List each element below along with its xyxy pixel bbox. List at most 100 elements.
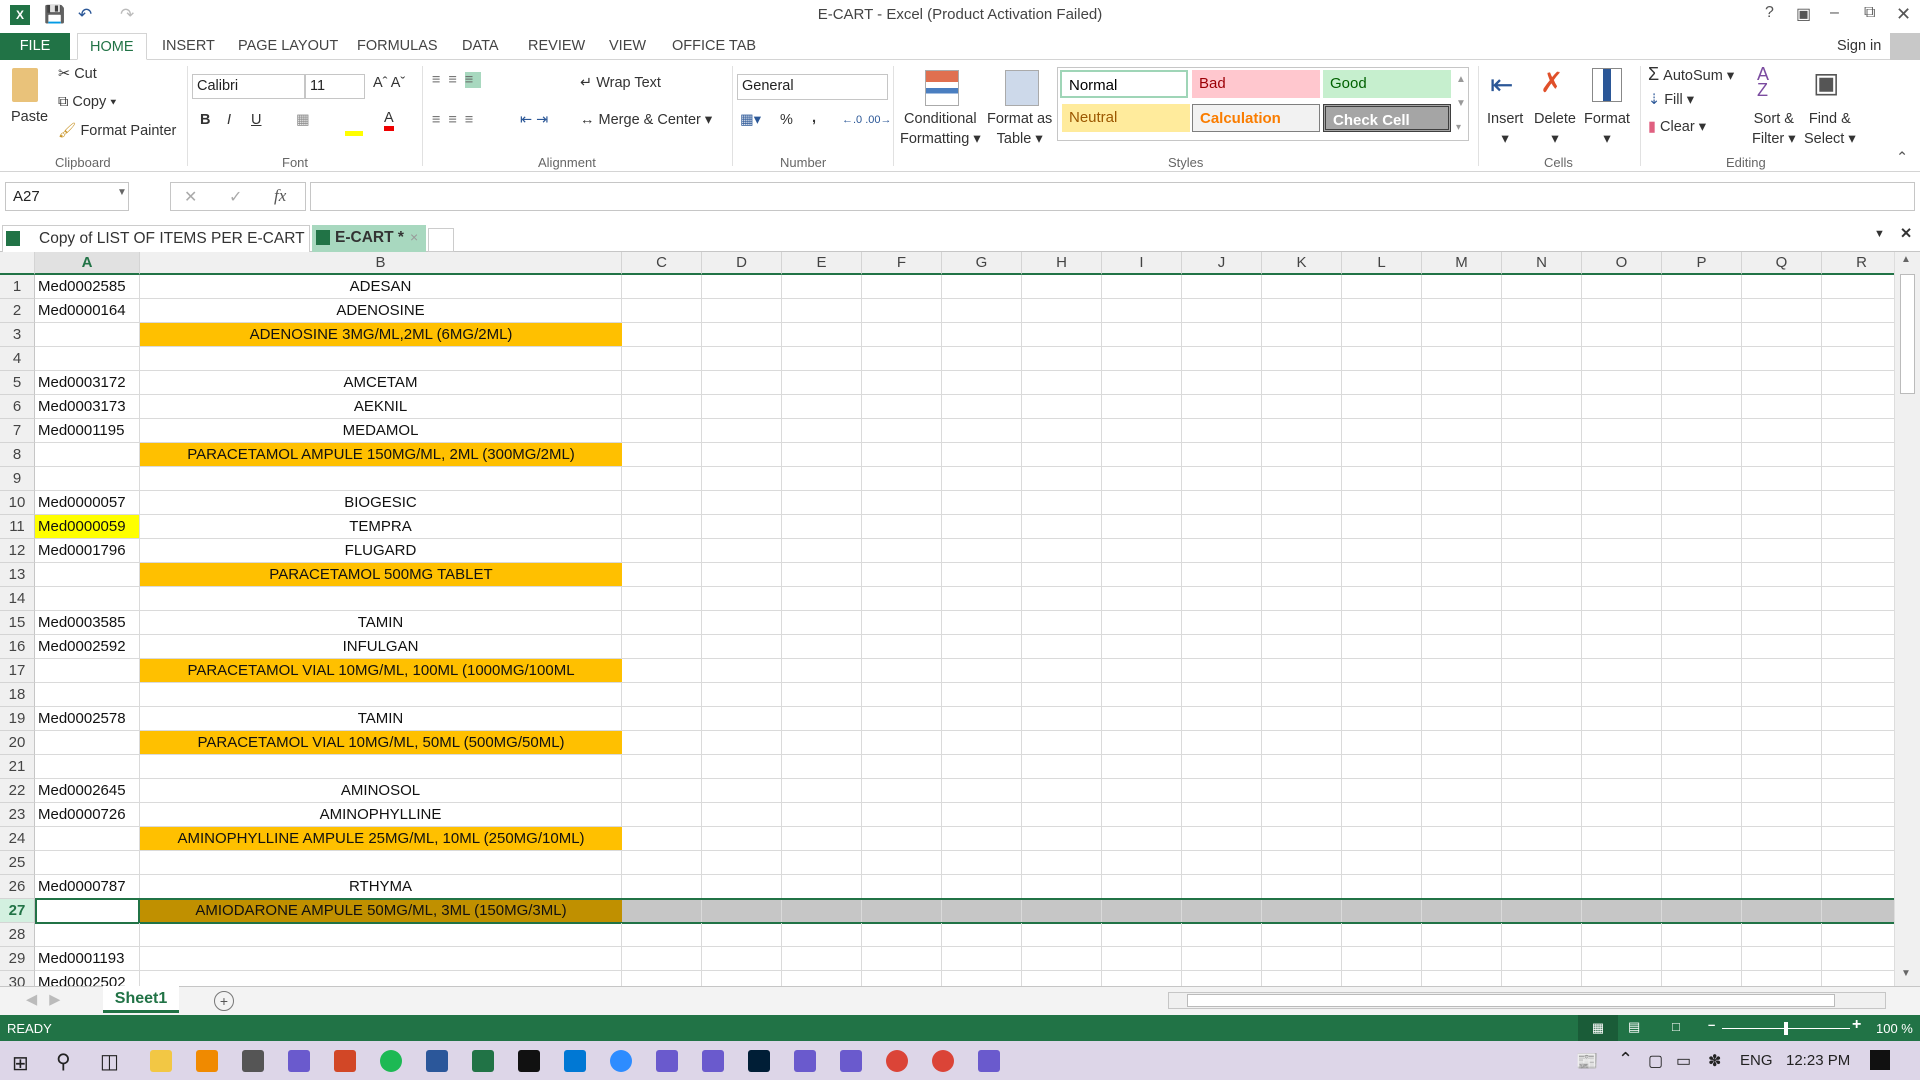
cell[interactable] — [1742, 563, 1822, 587]
cell[interactable] — [1742, 659, 1822, 683]
cell[interactable] — [1022, 587, 1102, 611]
cell-id[interactable] — [35, 347, 140, 371]
cell[interactable] — [942, 635, 1022, 659]
cell[interactable] — [942, 947, 1022, 971]
cell-id[interactable]: Med0002585 — [35, 275, 140, 299]
cell[interactable] — [782, 755, 862, 779]
cell[interactable] — [1502, 299, 1582, 323]
cell[interactable] — [1822, 587, 1894, 611]
cell[interactable] — [1582, 371, 1662, 395]
horizontal-scrollbar[interactable] — [1168, 992, 1886, 1009]
cell[interactable] — [1502, 947, 1582, 971]
cell[interactable] — [1262, 707, 1342, 731]
cell[interactable] — [862, 731, 942, 755]
fill-color-icon[interactable] — [345, 131, 363, 136]
cell[interactable] — [1422, 707, 1502, 731]
delete-button[interactable]: Delete ▾ — [1534, 109, 1576, 149]
sign-in-link[interactable]: Sign in — [1837, 38, 1881, 54]
cell[interactable] — [702, 587, 782, 611]
cell[interactable] — [1502, 395, 1582, 419]
cell[interactable] — [1022, 371, 1102, 395]
cell[interactable] — [1182, 779, 1262, 803]
cell[interactable] — [1662, 371, 1742, 395]
cell-name[interactable]: TEMPRA — [140, 515, 622, 539]
row-header[interactable]: 8 — [0, 443, 35, 467]
cell[interactable] — [942, 587, 1022, 611]
cell[interactable] — [622, 395, 702, 419]
row-header[interactable]: 19 — [0, 707, 35, 731]
cell-name[interactable]: MEDAMOL — [140, 419, 622, 443]
tab-list-dropdown[interactable]: ▼ — [1874, 228, 1885, 240]
workbook-tab-copy[interactable]: Copy of LIST OF ITEMS PER E-CART — [2, 225, 310, 252]
cell[interactable] — [782, 587, 862, 611]
cell[interactable] — [862, 515, 942, 539]
cell-name[interactable]: ADENOSINE 3MG/ML,2ML (6MG/2ML) — [140, 323, 622, 347]
cell[interactable] — [1102, 587, 1182, 611]
cell[interactable] — [1342, 515, 1422, 539]
cell[interactable] — [1742, 731, 1822, 755]
cell[interactable] — [1022, 923, 1102, 947]
column-header-N[interactable]: N — [1502, 252, 1582, 275]
cell[interactable] — [1182, 971, 1262, 986]
zoom-out-button[interactable]: – — [1708, 1017, 1715, 1032]
tab-data[interactable]: DATA — [450, 33, 511, 60]
cell[interactable] — [782, 683, 862, 707]
cell[interactable] — [782, 971, 862, 986]
cell[interactable] — [702, 467, 782, 491]
cell[interactable] — [1502, 467, 1582, 491]
cell[interactable] — [1182, 635, 1262, 659]
cell[interactable] — [942, 323, 1022, 347]
style-good[interactable]: Good — [1323, 70, 1451, 98]
cell[interactable] — [1182, 851, 1262, 875]
language-indicator[interactable]: ENG — [1740, 1052, 1773, 1069]
ribbon-display-button[interactable]: ▣ — [1796, 4, 1811, 24]
cell[interactable] — [862, 587, 942, 611]
cell-name[interactable]: PARACETAMOL 500MG TABLET — [140, 563, 622, 587]
wifi-icon[interactable]: ✽ — [1708, 1051, 1721, 1071]
cell[interactable] — [1342, 659, 1422, 683]
cell-name[interactable]: AEKNIL — [140, 395, 622, 419]
cell[interactable] — [782, 443, 862, 467]
cell-id[interactable] — [35, 587, 140, 611]
row-header[interactable]: 6 — [0, 395, 35, 419]
cell[interactable] — [942, 875, 1022, 899]
cell[interactable] — [1502, 563, 1582, 587]
cell[interactable] — [1022, 899, 1102, 923]
cell[interactable] — [1022, 515, 1102, 539]
cell-name[interactable] — [140, 683, 622, 707]
cell[interactable] — [1102, 755, 1182, 779]
cell[interactable] — [1422, 731, 1502, 755]
cell[interactable] — [1502, 755, 1582, 779]
cell[interactable] — [782, 419, 862, 443]
app-icon[interactable] — [702, 1050, 724, 1072]
cell[interactable] — [1822, 515, 1894, 539]
cell[interactable] — [1742, 491, 1822, 515]
sheet-tab-sheet1[interactable]: Sheet1 — [103, 986, 179, 1013]
cell[interactable] — [1102, 563, 1182, 587]
cell[interactable] — [1102, 611, 1182, 635]
cell[interactable] — [942, 371, 1022, 395]
column-header-G[interactable]: G — [942, 252, 1022, 275]
cell[interactable] — [702, 539, 782, 563]
cell[interactable] — [1582, 443, 1662, 467]
cell[interactable] — [1182, 275, 1262, 299]
news-icon[interactable]: 📰 — [1576, 1051, 1598, 1072]
font-color-icon[interactable]: A — [384, 110, 394, 131]
cell[interactable] — [1662, 587, 1742, 611]
row-header[interactable]: 16 — [0, 635, 35, 659]
cell[interactable] — [1822, 443, 1894, 467]
zoom-icon[interactable] — [610, 1050, 632, 1072]
cell-name[interactable]: FLUGARD — [140, 539, 622, 563]
cell[interactable] — [1742, 467, 1822, 491]
cell-name[interactable]: TAMIN — [140, 707, 622, 731]
cell-id[interactable] — [35, 827, 140, 851]
cell[interactable] — [1182, 923, 1262, 947]
column-header-A[interactable]: A — [35, 252, 140, 275]
cell[interactable] — [782, 707, 862, 731]
cell[interactable] — [1742, 923, 1822, 947]
zoom-in-button[interactable]: + — [1852, 1016, 1861, 1034]
cell[interactable] — [1502, 323, 1582, 347]
cell[interactable] — [1822, 299, 1894, 323]
cell-name[interactable]: PARACETAMOL AMPULE 150MG/ML, 2ML (300MG/… — [140, 443, 622, 467]
cell[interactable] — [1662, 515, 1742, 539]
